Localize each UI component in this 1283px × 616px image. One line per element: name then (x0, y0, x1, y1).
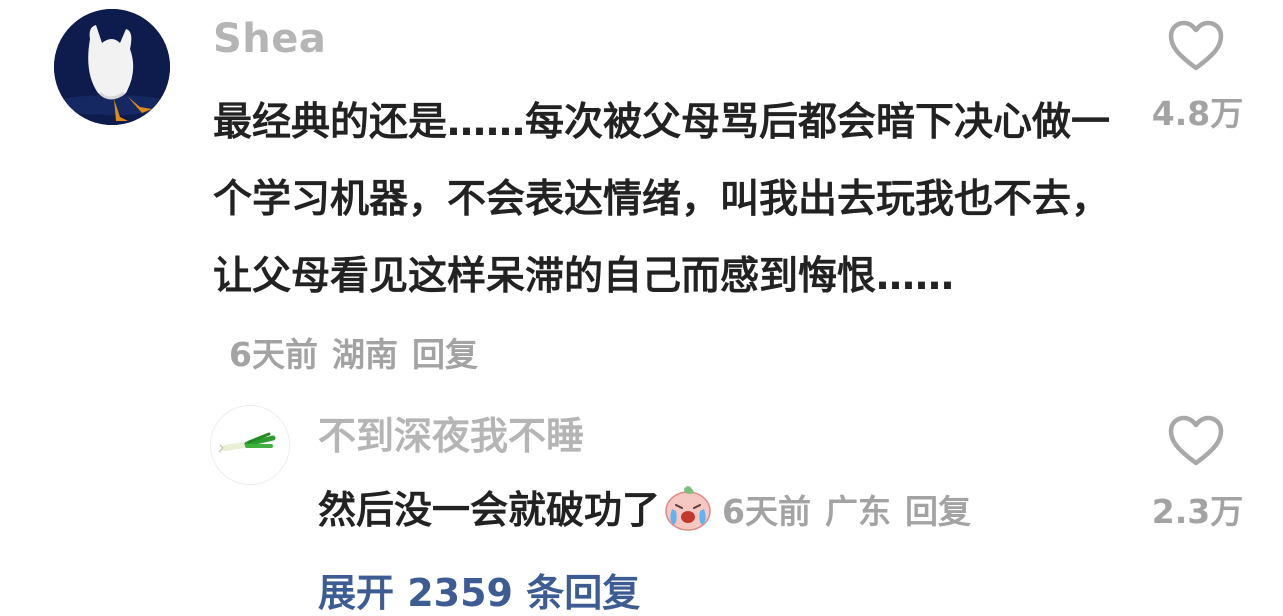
reply-time: 6天前 (722, 492, 811, 531)
reply-reply-button[interactable]: 回复 (905, 492, 971, 531)
reply-username[interactable]: 不到深夜我不睡 (318, 413, 584, 459)
green-onion-icon (211, 406, 289, 484)
reply-body: 然后没一会就破功了 6天前 广东 回复 (318, 480, 1138, 542)
avatar[interactable] (54, 9, 170, 125)
comment-meta: 6天前 湖南 回复 (229, 335, 492, 374)
reply-avatar[interactable] (210, 405, 290, 485)
comment-body: 最经典的还是……每次被父母骂后都会暗下决心做一个学习机器，不会表达情绪，叫我出去… (213, 84, 1113, 393)
like-button[interactable] (1167, 20, 1225, 72)
reply-text: 然后没一会就破功了 (318, 488, 661, 532)
reply-location: 广东 (824, 492, 891, 531)
reply-like-count: 2.3万 (1151, 492, 1244, 531)
comment-location: 湖南 (331, 335, 398, 374)
heart-outline-icon (1168, 415, 1224, 466)
comment-time: 6天前 (229, 335, 318, 374)
comment-username[interactable]: Shea (213, 15, 326, 63)
crying-face-emoji-icon (662, 481, 714, 533)
like-count: 4.8万 (1151, 94, 1244, 133)
duck-diving-icon (54, 9, 170, 125)
expand-replies-link[interactable]: 展开 2359 条回复 (318, 570, 640, 616)
reply-like-button[interactable] (1167, 415, 1225, 467)
heart-outline-icon (1168, 20, 1224, 71)
reply-button[interactable]: 回复 (412, 335, 478, 374)
comment-text: 最经典的还是……每次被父母骂后都会暗下决心做一个学习机器，不会表达情绪，叫我出去… (213, 100, 1111, 299)
reply-meta: 6天前 广东 回复 (722, 492, 985, 531)
